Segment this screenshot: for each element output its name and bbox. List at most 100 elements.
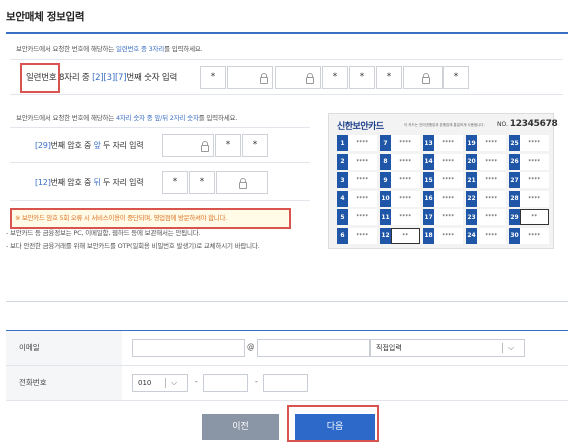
- serial-digit-2-input[interactable]: [227, 66, 273, 89]
- phone-prefix-select[interactable]: 010: [132, 374, 188, 392]
- pw-suffix: 두 자리 입력: [100, 141, 144, 150]
- note-text: 보안카드에서 요청한 번호에 해당하는: [16, 114, 116, 122]
- email-domain-input[interactable]: [257, 339, 370, 357]
- card-cell-number: 5: [337, 209, 348, 225]
- card-cell-3: 3 ****: [337, 172, 377, 188]
- prev-button[interactable]: 이전: [202, 414, 279, 440]
- card-cell-number: 6: [337, 227, 348, 244]
- card-cell-2: 2 ****: [337, 153, 377, 170]
- card-description: 이 카드는 인터넷뱅킹과 폰뱅킹에 통일하게 사용됩니다.: [404, 123, 485, 127]
- card-cell-code: ****: [399, 177, 412, 183]
- page-title: 보안매체 정보입력: [6, 11, 85, 23]
- pw29-input[interactable]: [162, 134, 214, 157]
- card-cell-1: 1 ****: [337, 135, 377, 151]
- card-cell-code: ****: [442, 214, 455, 220]
- email-label: 이메일: [6, 331, 122, 365]
- card-cell-15: 15 ****: [423, 172, 463, 188]
- card-number-value: 12345678: [509, 119, 558, 129]
- card-cell-code: ****: [485, 158, 498, 165]
- security-card-image: 신한보안카드 이 카드는 인터넷뱅킹과 폰뱅킹에 통일하게 사용됩니다. NO.…: [328, 113, 558, 249]
- card-code-grid: 1 **** 7 **** 13 **** 19 **** 25 **** 2 **** 8 **** 14…: [337, 135, 549, 244]
- card-cell-number: 15: [423, 172, 434, 188]
- phone-dash: -: [255, 377, 258, 386]
- phone-dash: -: [195, 377, 198, 386]
- card-cell-13: 13 ****: [423, 135, 463, 151]
- card-cell-number: 2: [337, 153, 348, 170]
- card-cell-20: 20 ****: [466, 153, 506, 170]
- card-cell-code: ****: [485, 140, 498, 146]
- pw12-digit-1: *: [162, 171, 188, 194]
- pw-suffix: 두 자리 입력: [100, 178, 144, 187]
- serial-digit-4: *: [322, 66, 348, 89]
- card-cell-24: 24 ****: [466, 227, 506, 244]
- phone-middle-input[interactable]: [203, 374, 248, 392]
- email-at-sign: @: [247, 342, 255, 351]
- lock-icon: [306, 73, 314, 84]
- card-cell-number: 1: [337, 135, 348, 151]
- pw-index: [29]: [35, 141, 51, 150]
- security-tips: - 보안카드 등 금융정보는 PC, 이메일함, 웹하드 등에 보관해서는 안됩…: [6, 227, 260, 253]
- card-cell-6: 6 ****: [337, 227, 377, 244]
- card-number: NO. 12345678: [497, 119, 558, 129]
- card-cell-number: 20: [466, 153, 477, 170]
- card-cell-number: 30: [509, 227, 520, 244]
- card-cell-number: 9: [380, 172, 391, 188]
- card-cell-code: ****: [356, 177, 369, 183]
- select-divider: [165, 378, 166, 388]
- card-cell-4: 4 ****: [337, 190, 377, 207]
- serial-instruction: 보안카드에서 요청한 번호에 해당하는 일련번호 중 3자리를 입력하세요.: [16, 43, 203, 53]
- serial-digit-7-input[interactable]: [403, 66, 443, 89]
- contact-form: 이메일 @ 직접입력 전화번호 010 - -: [6, 330, 568, 401]
- card-cell-number: 7: [380, 135, 391, 151]
- chevron-down-icon: [171, 375, 181, 391]
- note-text: 를 입력하세요.: [198, 114, 238, 122]
- card-cell-code: ****: [399, 158, 412, 165]
- pw12-input[interactable]: [216, 171, 268, 194]
- card-cell-17: 17 ****: [423, 209, 463, 225]
- password-row-label: [12]번째 암호 중 뒤 두 자리 입력: [35, 177, 144, 188]
- tip-item: - 보다 안전한 금융거래를 위해 보안카드를 OTP(일회용 비밀번호 발생기…: [6, 242, 260, 250]
- card-cell-7: 7 ****: [380, 135, 420, 151]
- email-id-input[interactable]: [132, 339, 245, 357]
- card-cell-number: 13: [423, 135, 434, 151]
- card-cell-code: ****: [442, 177, 455, 183]
- card-cell-number: 18: [423, 227, 434, 244]
- serial-digit-3-input[interactable]: [275, 66, 321, 89]
- card-cell-number: 10: [380, 190, 391, 207]
- card-cell-number: 4: [337, 190, 348, 207]
- card-cell-number: 21: [466, 172, 477, 188]
- lock-icon: [201, 141, 209, 152]
- card-cell-number: 26: [509, 153, 520, 170]
- card-cell-code: ****: [485, 195, 498, 202]
- phone-prefix-value: 010: [138, 379, 152, 387]
- card-cell-code: ****: [442, 140, 455, 146]
- card-cell-code: ****: [442, 158, 455, 165]
- pw12-digit-2: *: [189, 171, 215, 194]
- card-cell-number: 24: [466, 227, 477, 244]
- card-cell-number: 23: [466, 209, 477, 225]
- tip-item: - 보안카드 등 금융정보는 PC, 이메일함, 웹하드 등에 보관해서는 안됩…: [6, 229, 201, 237]
- card-cell-number: 11: [380, 209, 391, 225]
- pw-index: [12]: [35, 178, 51, 187]
- pw-mid: 번째 암호 중: [50, 141, 94, 150]
- card-cell-16: 16 ****: [423, 190, 463, 207]
- email-row: 이메일 @ 직접입력: [6, 331, 568, 366]
- note-text: 보안카드에서 요청한 번호에 해당하는: [16, 45, 116, 53]
- serial-label-suffix: 번째 숫자 입력: [126, 73, 178, 83]
- card-cell-9: 9 ****: [380, 172, 420, 188]
- password-instruction: 보안카드에서 요청한 번호에 해당하는 4자리 숫자 중 앞/뒤 2자리 숫자를…: [16, 112, 237, 122]
- card-cell-code: ****: [485, 232, 498, 239]
- card-cell-number: 17: [423, 209, 434, 225]
- card-cell-28: 28 ****: [509, 190, 549, 207]
- pw-which: 뒤: [93, 178, 101, 187]
- card-cell-22: 22 ****: [466, 190, 506, 207]
- card-cell-code: **: [391, 227, 420, 244]
- email-domain-select[interactable]: 직접입력: [370, 339, 525, 357]
- password-row-12: [12]번째 암호 중 뒤 두 자리 입력 * *: [10, 165, 310, 201]
- pw-mid: 번째 암호 중: [50, 178, 94, 187]
- phone-last-input[interactable]: [263, 374, 308, 392]
- card-cell-number: 14: [423, 153, 434, 170]
- card-cell-code: ****: [528, 140, 541, 146]
- card-cell-code: ****: [485, 177, 498, 183]
- phone-row: 전화번호 010 - -: [6, 366, 568, 401]
